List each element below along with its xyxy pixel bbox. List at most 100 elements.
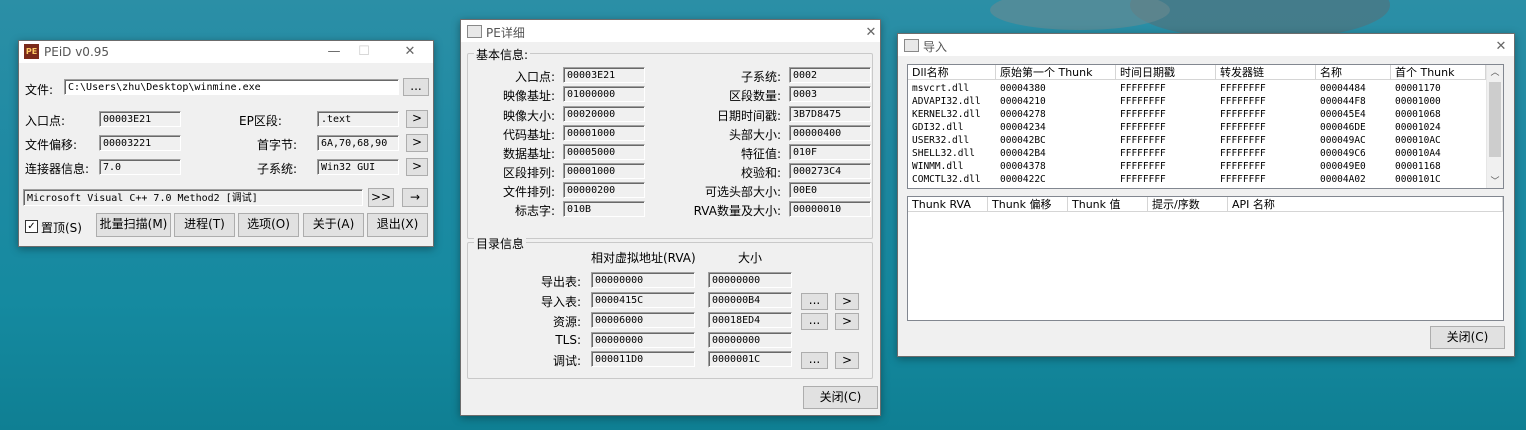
about-button[interactable]: 关于(A) — [303, 213, 364, 237]
directory-go-button[interactable]: > — [835, 352, 859, 369]
scroll-up-icon[interactable]: ︿ — [1487, 65, 1503, 79]
directory-rva-field: 000011D0 — [591, 351, 695, 367]
directory-go-button[interactable]: > — [835, 313, 859, 330]
scroll-down-icon[interactable]: ﹀ — [1487, 174, 1503, 188]
basic-field-value: 0002 — [789, 67, 871, 83]
basic-field-label: 映像基址: — [502, 89, 555, 103]
subsystem-button[interactable]: > — [406, 158, 428, 176]
minimize-icon[interactable]: — — [319, 43, 349, 61]
table-row[interactable]: msvcrt.dll 00004380 FFFFFFFF FFFFFFFF 000044… — [908, 82, 1486, 95]
basic-field-value: 00E0 — [789, 182, 871, 198]
table-cell: FFFFFFFF — [1220, 135, 1266, 146]
plugins-button[interactable]: → — [402, 188, 428, 207]
table-cell: FFFFFFFF — [1120, 122, 1166, 133]
pe-titlebar[interactable]: PE详细 ✕ — [461, 20, 880, 42]
thunk-list-header: Thunk RVA Thunk 偏移 Thunk 值提示/序数 API 名称 — [908, 197, 1503, 213]
basic-field-label: 入口点: — [514, 70, 555, 84]
first-bytes-button[interactable]: > — [406, 134, 428, 152]
pe-close-button[interactable]: 关闭(C) — [803, 386, 878, 409]
thunk-column-header[interactable]: Thunk RVA — [908, 197, 988, 212]
basic-field-value: 01000000 — [563, 86, 645, 102]
maximize-icon[interactable]: ☐ — [349, 43, 379, 61]
directory-size-field: 00000000 — [708, 272, 792, 288]
basic-field-value: 010F — [789, 144, 871, 160]
dll-column-header[interactable]: 时间日期戳 — [1116, 65, 1216, 80]
basic-field-label: 标志字: — [514, 204, 555, 218]
basic-field-label: 可选头部大小: — [704, 185, 781, 199]
close-icon[interactable]: ✕ — [1486, 38, 1516, 56]
dll-column-header[interactable]: 原始第一个 Thunk — [996, 65, 1116, 80]
directory-size-field: 00000000 — [708, 332, 792, 348]
basic-field-label: 区段数量: — [728, 89, 781, 103]
dll-column-header[interactable]: 转发器链 — [1216, 65, 1316, 80]
table-cell: GDI32.dll — [912, 122, 964, 133]
basic-field-label: 校验和: — [740, 166, 781, 180]
first-bytes-field: 6A,70,68,90 — [317, 135, 399, 151]
table-row[interactable]: USER32.dll 000042BC FFFFFFFF FFFFFFFF 000049… — [908, 134, 1486, 147]
dll-list-header: Dll名称 原始第一个 Thunk 时间日期戳 转发器链 名称 首个 Thunk — [908, 65, 1486, 81]
table-cell: 00004278 — [1000, 109, 1046, 120]
basic-field-label: 日期时间戳: — [716, 109, 781, 123]
basic-field-value: 00000010 — [789, 201, 871, 217]
basic-field-value: 00001000 — [563, 125, 645, 141]
directory-go-button[interactable]: > — [835, 293, 859, 310]
peid-window: PE PEiD v0.95 — ☐ ✕ 文件: C:\Users\zhu\Des… — [18, 40, 434, 247]
file-path-field[interactable]: C:\Users\zhu\Desktop\winmine.exe — [64, 79, 399, 95]
close-icon[interactable]: ✕ — [856, 24, 886, 42]
table-cell: 00001068 — [1395, 109, 1441, 120]
table-row[interactable]: KERNEL32.dll 00004278 FFFFFFFF FFFFFFFF 0000… — [908, 108, 1486, 121]
dll-column-header[interactable]: Dll名称 — [908, 65, 996, 80]
table-cell: FFFFFFFF — [1120, 109, 1166, 120]
options-button[interactable]: 选项(O) — [238, 213, 299, 237]
table-cell: 000049AC — [1320, 135, 1366, 146]
imports-close-button[interactable]: 关闭(C) — [1430, 326, 1505, 349]
table-cell: 00001000 — [1395, 96, 1441, 107]
peid-titlebar[interactable]: PE PEiD v0.95 — ☐ ✕ — [19, 41, 433, 63]
thunk-column-header[interactable]: API 名称 — [1228, 197, 1503, 212]
basic-field-label: 映像大小: — [502, 109, 555, 123]
directory-more-button[interactable]: ... — [801, 293, 828, 310]
imports-titlebar[interactable]: 导入 ✕ — [898, 34, 1514, 56]
dll-column-header[interactable]: 首个 Thunk — [1391, 65, 1486, 80]
thunk-column-header[interactable]: Thunk 值 — [1068, 197, 1148, 212]
browse-button[interactable]: ... — [403, 78, 429, 96]
table-cell: USER32.dll — [912, 135, 970, 146]
table-cell: 000045E4 — [1320, 109, 1366, 120]
table-row[interactable]: ADVAPI32.dll 00004210 FFFFFFFF FFFFFFFF 0000… — [908, 95, 1486, 108]
table-row[interactable]: WINMM.dll 00004378 FFFFFFFF FFFFFFFF 000049E… — [908, 160, 1486, 173]
directory-more-button[interactable]: ... — [801, 352, 828, 369]
table-row[interactable]: GDI32.dll 00004234 FFFFFFFF FFFFFFFF 000046D… — [908, 121, 1486, 134]
table-row[interactable]: COMCTL32.dll 0000422C FFFFFFFF FFFFFFFF 0000… — [908, 173, 1486, 186]
file-offset-label: 文件偏移: — [25, 138, 78, 152]
dll-list-scrollbar[interactable]: ︿ ﹀ — [1486, 65, 1503, 188]
batch-scan-button[interactable]: 批量扫描(M) — [96, 213, 171, 237]
linker-field: 7.0 — [99, 159, 181, 175]
ontop-label[interactable]: 置顶(S) — [41, 219, 82, 236]
basic-field-value: 00020000 — [563, 106, 645, 122]
table-cell: 00001170 — [1395, 83, 1441, 94]
scroll-thumb[interactable] — [1489, 82, 1501, 157]
thunk-column-header[interactable]: Thunk 偏移 — [988, 197, 1068, 212]
imports-dll-list[interactable]: Dll名称 原始第一个 Thunk 时间日期戳 转发器链 名称 首个 Thunk msvc… — [907, 64, 1504, 189]
dll-column-header[interactable]: 名称 — [1316, 65, 1391, 80]
ep-section-button[interactable]: > — [406, 110, 428, 128]
table-cell: SHELL32.dll — [912, 148, 975, 159]
process-button[interactable]: 进程(T) — [174, 213, 235, 237]
table-cell: 000010AC — [1395, 135, 1441, 146]
first-bytes-label: 首字节: — [257, 138, 298, 152]
ontop-checkbox[interactable]: ✓ — [25, 220, 38, 233]
table-cell: 000046DE — [1320, 122, 1366, 133]
directory-more-button[interactable]: ... — [801, 313, 828, 330]
thunk-column-header[interactable]: 提示/序数 — [1148, 197, 1228, 212]
table-cell: 00004378 — [1000, 161, 1046, 172]
file-offset-field: 00003221 — [99, 135, 181, 151]
close-icon[interactable]: ✕ — [395, 43, 425, 61]
table-cell: 00004484 — [1320, 83, 1366, 94]
exit-button[interactable]: 退出(X) — [367, 213, 428, 237]
table-cell: 00004210 — [1000, 96, 1046, 107]
thunk-list[interactable]: Thunk RVA Thunk 偏移 Thunk 值提示/序数 API 名称 — [907, 196, 1504, 321]
table-row[interactable]: SHELL32.dll 000042B4 FFFFFFFF FFFFFFFF 00004… — [908, 147, 1486, 160]
extra-info-button[interactable]: >> — [368, 188, 394, 207]
peid-title: PEiD v0.95 — [44, 45, 110, 59]
file-label: 文件: — [25, 83, 54, 97]
